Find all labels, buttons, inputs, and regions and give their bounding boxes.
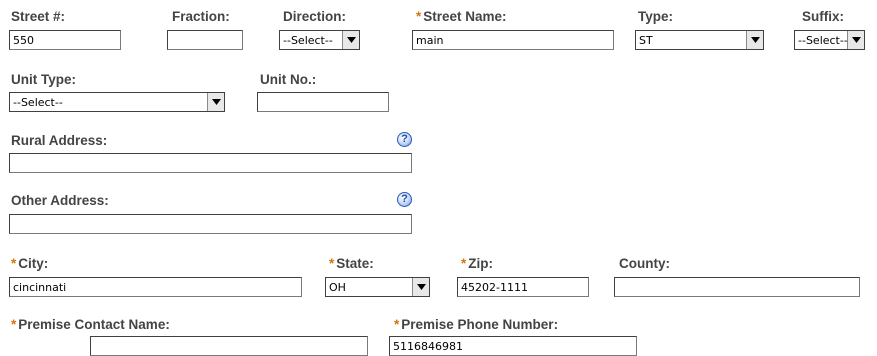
state-label: * State: [329,256,374,271]
suffix-selected-value: --Select-- [798,34,848,47]
city-input[interactable]: cincinnati [9,277,302,297]
unit-type-label: Unit Type: [11,72,76,87]
required-marker: * [416,9,422,24]
rural-address-label: Rural Address: [11,133,108,148]
premise-contact-name-label: * Premise Contact Name: [11,317,170,332]
required-marker: * [329,256,335,271]
zip-input[interactable]: 45202-1111 [457,277,589,297]
suffix-label: Suffix: [802,9,844,24]
premise-phone-number-input[interactable]: 5116846981 [389,336,637,356]
county-input[interactable] [614,277,860,297]
unit-no-label: Unit No.: [260,72,317,87]
other-address-label: Other Address: [11,193,109,208]
county-label: County: [619,256,670,271]
required-marker: * [11,256,17,271]
chevron-down-icon[interactable] [746,31,763,49]
direction-select[interactable]: --Select-- [279,30,360,50]
direction-selected-value: --Select-- [283,34,333,47]
chevron-down-icon[interactable] [342,31,359,49]
zip-label: * Zip: [461,256,494,271]
state-selected-value: OH [329,281,346,294]
required-marker: * [461,256,467,271]
help-icon[interactable]: ? [397,132,412,147]
street-number-label: Street #: [11,9,66,24]
help-icon[interactable]: ? [397,192,412,207]
rural-address-input[interactable] [9,153,412,173]
street-number-input[interactable]: 550 [9,30,121,50]
fraction-label: Fraction: [172,9,230,24]
type-label: Type: [638,9,674,24]
type-select[interactable]: ST [635,30,764,50]
chevron-down-icon[interactable] [412,278,429,296]
direction-label: Direction: [283,9,347,24]
other-address-input[interactable] [9,214,412,234]
premise-phone-number-label: * Premise Phone Number: [394,317,559,332]
unit-type-select[interactable]: --Select-- [9,92,225,112]
fraction-input[interactable] [167,30,243,50]
premise-contact-name-input[interactable] [90,336,368,356]
unit-type-selected-value: --Select-- [13,96,63,109]
unit-no-input[interactable] [257,92,389,112]
street-name-input[interactable]: main [412,30,614,50]
city-label: * City: [11,256,49,271]
state-select[interactable]: OH [325,277,430,297]
type-selected-value: ST [639,34,653,47]
chevron-down-icon[interactable] [847,31,864,49]
street-name-label: * Street Name: [416,9,507,24]
chevron-down-icon[interactable] [207,93,224,111]
suffix-select[interactable]: --Select-- [794,30,865,50]
required-marker: * [394,317,400,332]
required-marker: * [11,317,17,332]
